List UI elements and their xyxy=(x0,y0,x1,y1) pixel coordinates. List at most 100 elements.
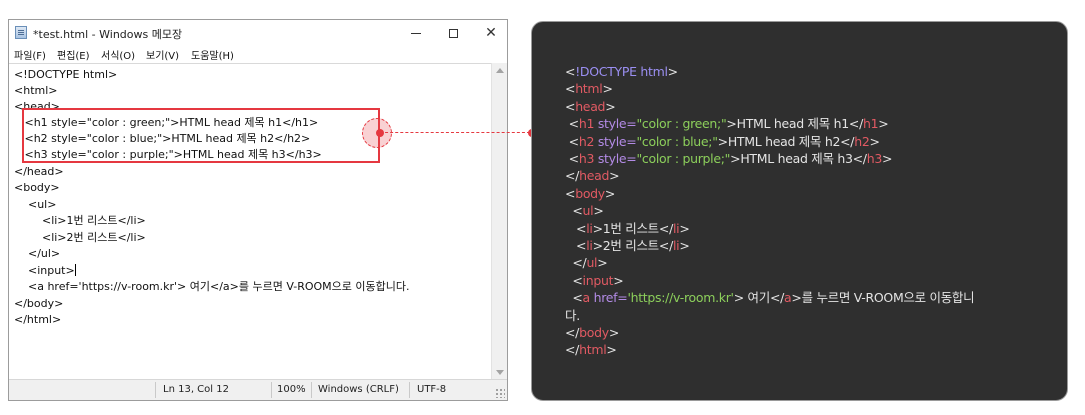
code-token-tag: h3 xyxy=(866,151,883,166)
editor-line: </body> xyxy=(14,297,64,310)
code-token-tag: ul xyxy=(582,203,594,219)
status-divider xyxy=(271,382,272,398)
minimize-button[interactable] xyxy=(399,22,433,44)
code-token-punc: > xyxy=(608,325,619,340)
code-token-tag: input xyxy=(582,272,614,288)
maximize-button[interactable] xyxy=(436,22,470,44)
code-token-punc: > xyxy=(878,116,889,132)
code-token-punc: > xyxy=(791,290,802,306)
menu-view[interactable]: 보기(V) xyxy=(146,47,179,62)
editor-line-current: <input> xyxy=(14,263,76,279)
encoding: UTF-8 xyxy=(417,384,447,395)
code-token-punc: > xyxy=(604,185,616,201)
code-token-punc: > xyxy=(726,116,737,132)
code-token-punc: > xyxy=(679,238,690,253)
code-token-punc: </ xyxy=(852,151,867,166)
code-line: <ul> xyxy=(565,202,604,219)
code-line: <h2 style="color : blue;">HTML head 제목 h… xyxy=(565,133,880,150)
dashed-connector xyxy=(380,132,530,133)
maximize-icon xyxy=(448,29,458,38)
code-token-str: "color : blue;" xyxy=(636,133,718,149)
editor-line: <a href='https://v-room.kr'> 여기</a>를 누르면… xyxy=(14,280,410,293)
code-token-text: 여기 xyxy=(747,290,771,306)
resize-grip-icon[interactable] xyxy=(495,388,505,398)
code-token-tag: h3 xyxy=(578,151,595,166)
code-line: <h3 style="color : purple;">HTML head 제목… xyxy=(565,150,893,167)
editor-line: </head> xyxy=(14,165,64,178)
menu-help[interactable]: 도움말(H) xyxy=(191,47,234,62)
editor-line-text: <input> xyxy=(14,264,75,277)
code-token-punc: < xyxy=(565,220,587,236)
highlight-box xyxy=(22,108,380,163)
code-token-punc: < xyxy=(565,64,576,79)
code-token-text: HTML head 제목 h2 xyxy=(727,133,841,149)
code-token-punc: > xyxy=(593,203,604,219)
code-line: <head> xyxy=(565,98,616,115)
code-token-text: HTML head 제목 h1 xyxy=(736,116,850,132)
code-line: <input> xyxy=(565,272,623,289)
code-token-punc: </ xyxy=(658,238,673,253)
notepad-window: *test.html - Windows 메모장 ✕ 파일(F) 편집(E) 서… xyxy=(8,19,508,401)
code-token-punc: </ xyxy=(848,116,863,132)
minimize-icon xyxy=(411,33,421,34)
menu-bar: 파일(F) 편집(E) 서식(O) 보기(V) 도움말(H) xyxy=(9,46,507,63)
code-line: 다. xyxy=(565,307,580,324)
code-token-doc: !DOCTYPE html xyxy=(575,64,668,79)
code-token-punc: > xyxy=(606,342,617,358)
code-token-tag: body xyxy=(579,325,609,340)
code-line: <li>1번 리스트</li> xyxy=(565,220,690,237)
code-line: </head> xyxy=(565,167,620,184)
code-token-punc: > xyxy=(679,220,690,236)
code-token-punc: > xyxy=(597,255,608,271)
code-token-tag: html xyxy=(575,81,603,97)
editor-line: </html> xyxy=(14,313,62,326)
connector-start-dot xyxy=(376,129,384,137)
code-token-punc: > xyxy=(602,81,613,97)
code-token-tag: h2 xyxy=(578,133,595,149)
code-token-text: 1번 리스트 xyxy=(602,220,659,236)
code-token-punc: > xyxy=(592,220,603,236)
code-line: </html> xyxy=(565,341,617,358)
code-token-punc: > xyxy=(733,290,748,306)
code-token-punc: </ xyxy=(769,290,785,306)
line-ending: Windows (CRLF) xyxy=(318,384,399,395)
scroll-down-icon[interactable] xyxy=(496,370,504,375)
code-token-tag: a xyxy=(582,290,591,306)
code-token-punc: > xyxy=(605,98,616,114)
code-token-punc: < xyxy=(565,238,587,253)
status-divider xyxy=(155,382,156,398)
code-token-punc: < xyxy=(565,272,583,288)
status-divider xyxy=(409,382,410,398)
code-token-tag: body xyxy=(575,185,605,201)
code-token-str: 'https://v-room.kr' xyxy=(627,290,734,306)
code-token-tag: html xyxy=(579,342,607,358)
menu-edit[interactable]: 편집(E) xyxy=(57,47,90,62)
code-line: <body> xyxy=(565,185,615,202)
menu-format[interactable]: 서식(O) xyxy=(101,47,135,62)
code-token-punc: > xyxy=(592,238,603,253)
close-button[interactable]: ✕ xyxy=(474,22,508,44)
menu-file[interactable]: 파일(F) xyxy=(14,47,46,62)
code-token-punc: > xyxy=(717,133,728,149)
code-token-punc: > xyxy=(613,272,624,288)
title-bar[interactable]: *test.html - Windows 메모장 ✕ xyxy=(9,20,507,46)
text-caret xyxy=(74,264,76,276)
code-panel: <!DOCTYPE html> <html> <head> <h1 style="c… xyxy=(531,21,1068,401)
code-token-punc: < xyxy=(565,290,583,306)
code-token-attr: style= xyxy=(594,116,637,132)
status-bar: Ln 13, Col 12 100% Windows (CRLF) UTF-8 xyxy=(9,379,507,400)
code-token-punc: < xyxy=(565,185,576,201)
vertical-scrollbar[interactable] xyxy=(491,63,507,380)
code-token-attr: style= xyxy=(594,133,637,149)
scroll-up-icon[interactable] xyxy=(496,68,504,73)
code-line: </ul> xyxy=(565,254,607,271)
code-line: <!DOCTYPE html> xyxy=(565,63,678,80)
code-token-punc: > xyxy=(730,151,741,166)
notepad-icon xyxy=(15,26,27,39)
code-token-punc: </ xyxy=(565,342,580,358)
code-token-punc: > xyxy=(869,133,880,149)
cursor-position: Ln 13, Col 12 xyxy=(163,384,229,395)
status-divider xyxy=(311,382,312,398)
code-token-attr: style= xyxy=(594,151,637,166)
code-token-text: 2번 리스트 xyxy=(602,238,659,253)
